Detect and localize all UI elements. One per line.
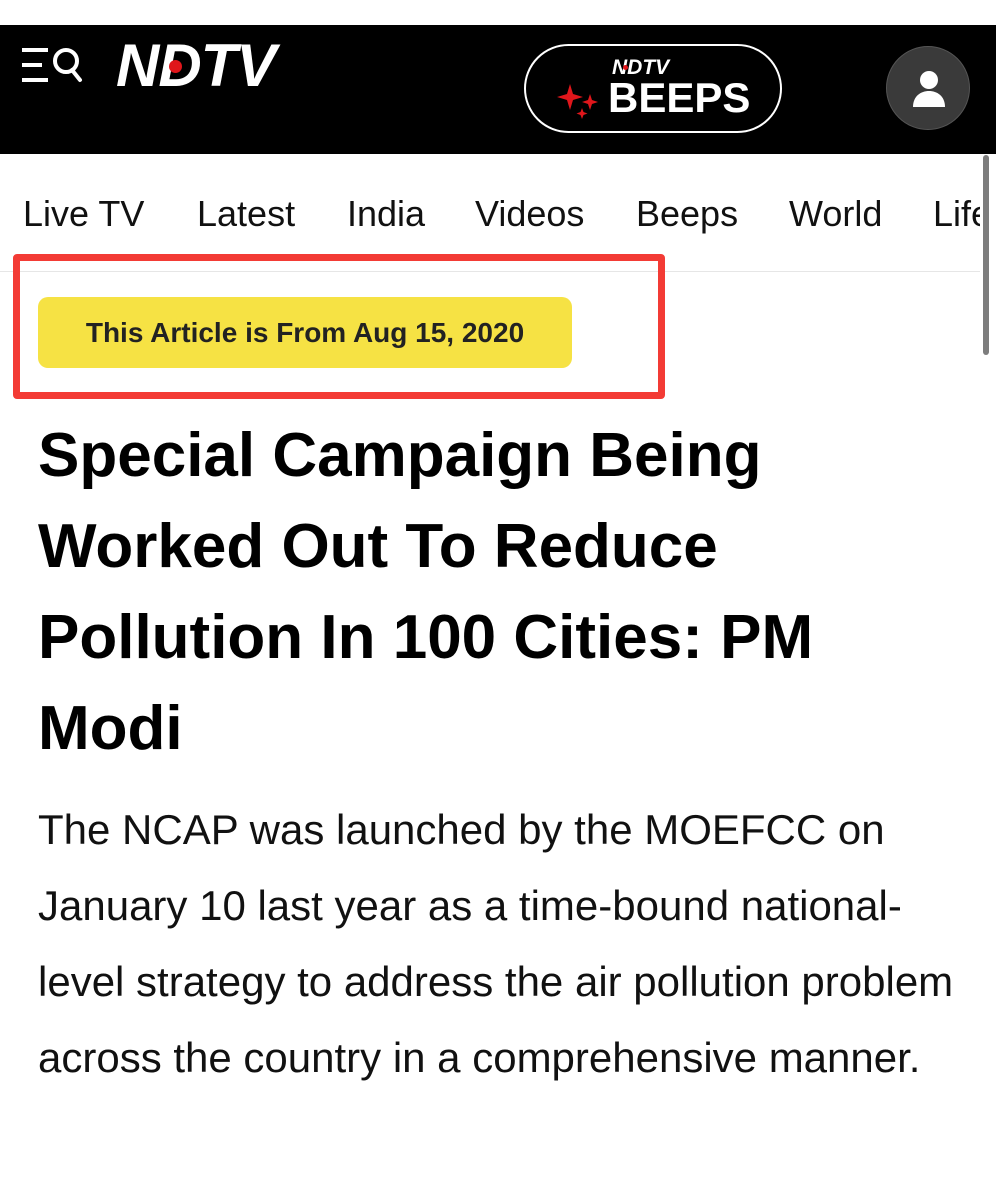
- article-summary: The NCAP was launched by the MOEFCC on J…: [38, 806, 954, 1081]
- article-date-badge: This Article is From Aug 15, 2020: [38, 297, 572, 368]
- logo-dot: [169, 60, 182, 73]
- nav-item-world[interactable]: World: [789, 194, 882, 234]
- scrollbar-thumb[interactable]: [983, 155, 989, 355]
- nav-item-india[interactable]: India: [347, 194, 425, 234]
- top-strip: [0, 0, 996, 25]
- user-avatar-button[interactable]: [886, 46, 970, 130]
- nav-item-live-tv[interactable]: Live TV: [23, 194, 144, 234]
- logo-text: NDTV: [116, 32, 276, 99]
- beeps-label: BEEPS: [608, 74, 751, 121]
- sparkle-icon: [557, 84, 598, 119]
- user-icon: [913, 71, 945, 107]
- menu-search-icon[interactable]: [22, 44, 86, 88]
- nav-item-videos[interactable]: Videos: [475, 194, 584, 234]
- nav-item-latest[interactable]: Latest: [197, 194, 295, 234]
- ndtv-logo[interactable]: NDTV: [116, 36, 276, 96]
- nav-item-life[interactable]: Life: [933, 194, 980, 234]
- nav-item-beeps[interactable]: Beeps: [636, 194, 738, 234]
- article-headline: Special Campaign Being Worked Out To Red…: [38, 421, 814, 763]
- beeps-button[interactable]: NDTV BEEPS: [524, 44, 782, 133]
- date-badge-text: This Article is From Aug 15, 2020: [85, 316, 525, 348]
